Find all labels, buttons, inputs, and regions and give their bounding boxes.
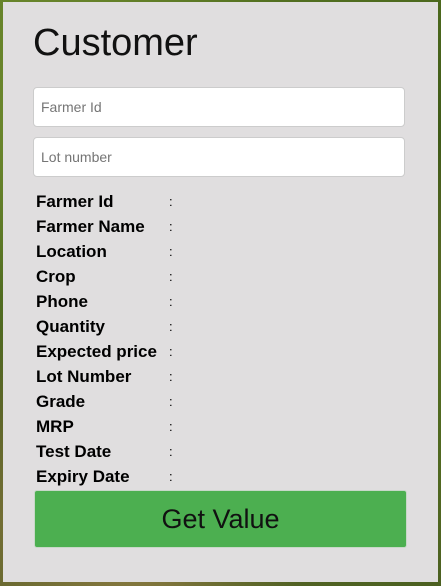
detail-label: Quantity [36, 317, 105, 336]
detail-separator: : [169, 269, 173, 284]
detail-separator: : [169, 394, 173, 409]
detail-row-farmer-id: Farmer Id : [36, 189, 416, 214]
detail-separator: : [169, 344, 173, 359]
detail-row-lot-number: Lot Number : [36, 364, 416, 389]
detail-separator: : [169, 319, 173, 334]
detail-row-grade: Grade : [36, 389, 416, 414]
detail-label: Farmer Id [36, 192, 114, 211]
farmer-id-input[interactable] [33, 87, 405, 127]
detail-separator: : [169, 369, 173, 384]
detail-label: MRP [36, 417, 74, 436]
page-title: Customer [33, 22, 198, 64]
detail-separator: : [169, 194, 173, 209]
detail-row-mrp: MRP : [36, 414, 416, 439]
detail-separator: : [169, 219, 173, 234]
detail-label: Phone [36, 292, 88, 311]
detail-row-expected-price: Expected price : [36, 339, 416, 364]
detail-row-location: Location : [36, 239, 416, 264]
detail-separator: : [169, 469, 173, 484]
detail-row-farmer-name: Farmer Name : [36, 214, 416, 239]
detail-row-phone: Phone : [36, 289, 416, 314]
detail-label: Farmer Name [36, 217, 145, 236]
detail-label: Expiry Date [36, 467, 130, 486]
detail-separator: : [169, 294, 173, 309]
detail-row-quantity: Quantity : [36, 314, 416, 339]
lot-number-input[interactable] [33, 137, 405, 177]
detail-separator: : [169, 444, 173, 459]
customer-card: Customer Farmer Id : Farmer Name : Locat… [3, 2, 438, 582]
detail-separator: : [169, 419, 173, 434]
detail-row-test-date: Test Date : [36, 439, 416, 464]
detail-label: Location [36, 242, 107, 261]
detail-label: Lot Number [36, 367, 132, 386]
detail-label: Test Date [36, 442, 112, 461]
detail-row-expiry-date: Expiry Date : [36, 464, 416, 489]
detail-row-crop: Crop : [36, 264, 416, 289]
get-value-button[interactable]: Get Value [34, 490, 407, 548]
detail-separator: : [169, 244, 173, 259]
detail-label: Expected price [36, 342, 157, 361]
detail-label: Grade [36, 392, 86, 411]
customer-details: Farmer Id : Farmer Name : Location : Cro… [36, 189, 416, 489]
detail-label: Crop [36, 267, 76, 286]
